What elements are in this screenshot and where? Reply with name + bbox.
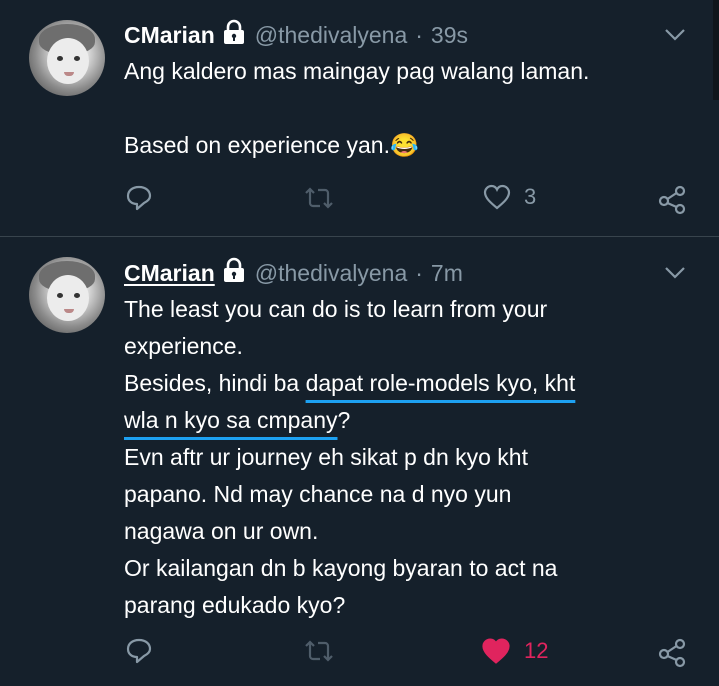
tweet-line: ?	[337, 407, 351, 433]
handle[interactable]: @thedivalyena	[255, 22, 408, 49]
reply-icon	[126, 638, 152, 664]
tweet-line: Besides, hindi ba	[124, 370, 306, 396]
tweet-line: nagawa on ur own.	[124, 518, 319, 544]
avatar[interactable]	[29, 20, 105, 96]
tweet-line: Based on experience yan.😂	[124, 132, 419, 158]
highlighted-text: wla n kyo sa cmpany	[124, 407, 338, 433]
share-icon	[658, 185, 686, 215]
timestamp[interactable]: 39s	[431, 22, 468, 49]
chevron-down-icon[interactable]	[664, 266, 686, 280]
retweet-button[interactable]	[302, 636, 336, 666]
tweet-line: experience.	[124, 333, 243, 359]
display-name[interactable]: CMarian	[124, 260, 215, 287]
tweet-text: Ang kaldero mas maingay pag walang laman…	[124, 53, 589, 164]
display-name[interactable]: CMarian	[124, 22, 215, 49]
scrollbar[interactable]	[713, 0, 719, 100]
avatar-eye	[57, 293, 63, 298]
avatar-face	[47, 275, 89, 321]
tweet-line: parang edukado kyo?	[124, 592, 346, 618]
reply-icon	[126, 185, 152, 211]
tweet-line: The least you can do is to learn from yo…	[124, 296, 548, 322]
retweet-icon	[305, 640, 333, 662]
retweet-icon	[305, 187, 333, 209]
retweet-button[interactable]	[302, 183, 336, 213]
tweet-line: Evn aftr ur journey eh sikat p dn kyo kh…	[124, 444, 528, 470]
avatar-face	[47, 38, 89, 84]
like-button[interactable]: 3	[482, 183, 536, 211]
tweet-1[interactable]: CMarian @thedivalyena · 39s Ang kaldero …	[0, 0, 719, 236]
share-icon	[658, 638, 686, 668]
tweet-line: Ang kaldero mas maingay pag walang laman…	[124, 58, 590, 84]
like-count: 12	[524, 638, 549, 663]
tweet-2[interactable]: CMarian @thedivalyena · 7m The least you…	[0, 237, 719, 686]
lock-icon	[221, 257, 247, 289]
chevron-down-icon[interactable]	[664, 28, 686, 42]
like-button[interactable]: 12	[480, 636, 548, 666]
heart-icon	[482, 638, 510, 664]
tweet-line: Or kailangan dn b kayong byaran to act n…	[124, 555, 558, 581]
like-count: 3	[524, 184, 537, 209]
tweet-text: The least you can do is to learn from yo…	[124, 291, 575, 624]
action-bar: 12	[124, 636, 694, 668]
reply-button[interactable]	[124, 183, 154, 213]
share-button[interactable]	[656, 636, 688, 668]
avatar-eye	[74, 293, 80, 298]
tweet-header: CMarian @thedivalyena · 39s	[124, 19, 468, 51]
heart-icon	[483, 184, 511, 210]
tweet-line: papano. Nd may chance na d nyo yun	[124, 481, 512, 507]
separator-dot: ·	[415, 21, 423, 48]
timestamp[interactable]: 7m	[431, 260, 463, 287]
avatar-eye	[74, 56, 80, 61]
action-bar: 3	[124, 183, 694, 215]
tweet-header: CMarian @thedivalyena · 7m	[124, 257, 463, 289]
highlighted-text: dapat role-models kyo, kht	[305, 370, 576, 396]
avatar[interactable]	[29, 257, 105, 333]
avatar-eye	[57, 56, 63, 61]
lock-icon	[221, 19, 247, 51]
reply-button[interactable]	[124, 636, 154, 666]
separator-dot: ·	[415, 259, 423, 286]
handle[interactable]: @thedivalyena	[255, 260, 408, 287]
share-button[interactable]	[656, 183, 688, 215]
